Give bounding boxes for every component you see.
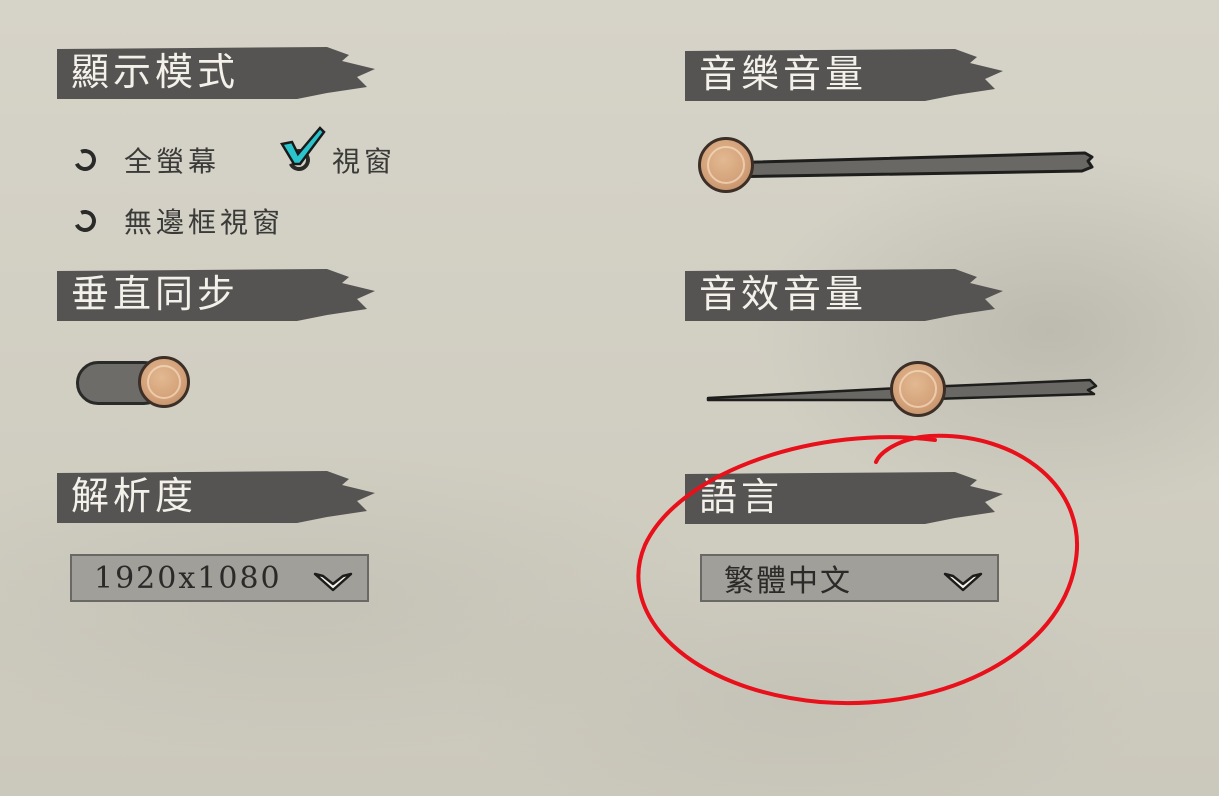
music-volume-knob[interactable] xyxy=(698,137,754,193)
vsync-header: 垂直同步 xyxy=(57,269,377,321)
sfx-volume-header: 音效音量 xyxy=(685,269,1005,321)
language-dropdown[interactable]: 繁體中文 xyxy=(700,554,999,602)
radio-windowed[interactable]: 視窗 xyxy=(280,126,397,180)
resolution-title: 解析度 xyxy=(71,474,198,518)
radio-circle-icon xyxy=(70,206,100,236)
resolution-dropdown[interactable]: 1920x1080 xyxy=(70,554,369,602)
slider-track xyxy=(718,151,1094,179)
radio-borderless[interactable]: 無邊框視窗 xyxy=(70,201,285,241)
display-mode-header: 顯示模式 xyxy=(57,47,377,99)
resolution-header: 解析度 xyxy=(57,471,377,523)
radio-fullscreen[interactable]: 全螢幕 xyxy=(70,140,221,180)
radio-circle-icon xyxy=(70,145,100,175)
language-value: 繁體中文 xyxy=(724,564,852,599)
radio-windowed-label: 視窗 xyxy=(332,145,397,178)
display-mode-title: 顯示模式 xyxy=(71,50,240,94)
radio-borderless-label: 無邊框視窗 xyxy=(124,206,285,239)
chevron-down-icon xyxy=(943,572,983,592)
chevron-down-icon xyxy=(313,572,353,592)
vsync-title: 垂直同步 xyxy=(71,272,240,316)
music-volume-header: 音樂音量 xyxy=(685,49,1005,101)
checkmark-icon xyxy=(280,126,326,166)
resolution-value: 1920x1080 xyxy=(94,560,282,596)
sfx-volume-knob[interactable] xyxy=(890,361,946,417)
language-title: 語言 xyxy=(699,475,784,519)
toggle-knob[interactable] xyxy=(138,356,190,408)
radio-fullscreen-label: 全螢幕 xyxy=(124,145,221,178)
music-volume-title: 音樂音量 xyxy=(699,52,868,96)
language-header: 語言 xyxy=(685,472,1005,524)
sfx-volume-title: 音效音量 xyxy=(699,272,868,316)
